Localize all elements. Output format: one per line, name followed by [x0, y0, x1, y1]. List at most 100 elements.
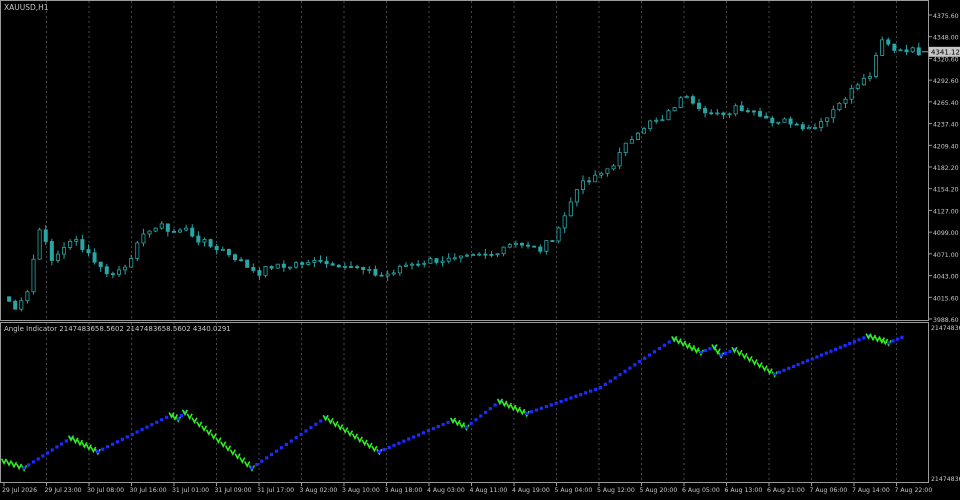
- time-tick-label: 30 Jul 08:00: [87, 487, 124, 494]
- candle-body: [550, 240, 555, 242]
- candle-body: [556, 227, 561, 242]
- candle-body: [98, 261, 103, 268]
- candle-body: [312, 260, 317, 263]
- angle-up-marker: [304, 429, 308, 433]
- candle-body: [849, 88, 854, 100]
- angle-up-marker: [699, 350, 703, 354]
- angle-up-marker: [574, 394, 578, 398]
- time-tick-label: 7 Aug 06:00: [810, 487, 848, 494]
- angle-up-marker: [554, 401, 558, 405]
- candle-body: [678, 97, 683, 108]
- candle-body: [513, 242, 518, 246]
- chart-window[interactable]: 4375.60 4348.00 4320.60 4292.60 4265.40 4237.…: [0, 0, 960, 496]
- candle-body: [397, 265, 402, 274]
- candle-body: [819, 121, 824, 128]
- angle-up-marker: [657, 346, 662, 351]
- angle-up-marker: [176, 417, 180, 421]
- candle-body: [153, 227, 158, 232]
- candle: [672, 106, 677, 112]
- angle-up-marker: [145, 425, 149, 429]
- price-chart-svg[interactable]: 4375.60 4348.00 4320.60 4292.60 4265.40 4237.…: [0, 0, 960, 496]
- candle-body: [62, 247, 67, 255]
- angle-up-marker: [819, 353, 824, 357]
- time-tick-label: 6 Aug 13:00: [725, 487, 763, 494]
- candle-body: [697, 102, 702, 109]
- candle-body: [593, 174, 598, 183]
- angle-up-marker: [22, 466, 26, 470]
- price-tick-label: 3988.60: [933, 317, 959, 324]
- angle-up-marker: [412, 435, 416, 439]
- angle-up-marker: [829, 349, 833, 353]
- angle-up-marker: [843, 343, 847, 348]
- candle-body: [330, 263, 335, 266]
- price-tick-label: 4292.60: [933, 78, 959, 85]
- angle-up-marker: [284, 442, 288, 447]
- candle-body: [806, 127, 811, 130]
- angle-up-marker: [446, 420, 450, 425]
- angle-up-marker: [120, 437, 124, 441]
- candle-body: [532, 245, 537, 248]
- angle-up-marker: [110, 442, 115, 446]
- candle-body: [715, 112, 720, 115]
- candle-body: [428, 258, 433, 264]
- candle-body: [287, 266, 292, 269]
- angle-up-marker: [805, 359, 810, 363]
- angle-up-marker: [886, 341, 891, 345]
- candle-body: [159, 223, 164, 229]
- candle-body: [251, 267, 256, 271]
- candle: [678, 96, 683, 109]
- candle-body: [660, 119, 665, 122]
- angle-up-marker: [377, 450, 381, 454]
- candle-body: [403, 264, 408, 267]
- angle-up-marker: [135, 430, 139, 434]
- angle-up-marker: [155, 420, 159, 424]
- candle: [550, 240, 555, 242]
- candle: [153, 227, 158, 233]
- angle-up-marker: [801, 361, 805, 365]
- price-tick-label: 4071.00: [933, 252, 959, 259]
- candle-body: [568, 201, 573, 217]
- candle-body: [342, 266, 347, 268]
- angle-up-marker: [579, 392, 583, 397]
- candle-body: [129, 258, 134, 268]
- candle-body: [519, 242, 524, 246]
- candle-body: [825, 117, 830, 122]
- angle-up-marker: [255, 462, 259, 467]
- price-tick-label: 4015.60: [933, 295, 959, 302]
- angle-up-marker: [31, 460, 36, 464]
- candle-body: [245, 259, 250, 268]
- angle-up-marker: [598, 386, 603, 390]
- candle: [666, 108, 671, 121]
- candle-body: [269, 266, 274, 269]
- angle-up-marker: [50, 448, 54, 452]
- candle-body: [574, 189, 579, 203]
- candle-body: [770, 117, 775, 124]
- angle-up-marker: [564, 398, 568, 402]
- angle-up-marker: [569, 396, 573, 400]
- time-tick-label: 3 Aug 02:00: [300, 487, 338, 494]
- angle-up-marker: [773, 372, 777, 376]
- candle-body: [544, 240, 549, 252]
- candle-body: [239, 259, 244, 262]
- candle-body: [831, 109, 836, 119]
- time-tick-label: 31 Jul 09:00: [215, 487, 252, 494]
- candle-body: [605, 168, 610, 174]
- angle-up-marker: [160, 418, 164, 422]
- candle-body: [794, 123, 799, 126]
- candle-body: [758, 111, 763, 117]
- candle-body: [751, 110, 756, 113]
- candle-body: [904, 49, 909, 53]
- candle-body: [171, 230, 176, 233]
- candle-body: [611, 165, 616, 170]
- candle-body: [892, 43, 897, 51]
- candle-body: [776, 121, 781, 124]
- angle-up-marker: [165, 415, 169, 419]
- candle-body: [464, 254, 469, 257]
- candle: [135, 240, 140, 261]
- candle-body: [745, 110, 750, 113]
- time-tick-label: 7 Aug 22:00: [895, 487, 933, 494]
- angle-up-marker: [815, 355, 819, 359]
- candle-body: [37, 229, 42, 260]
- candle-body: [55, 253, 60, 261]
- angle-up-marker: [125, 435, 129, 439]
